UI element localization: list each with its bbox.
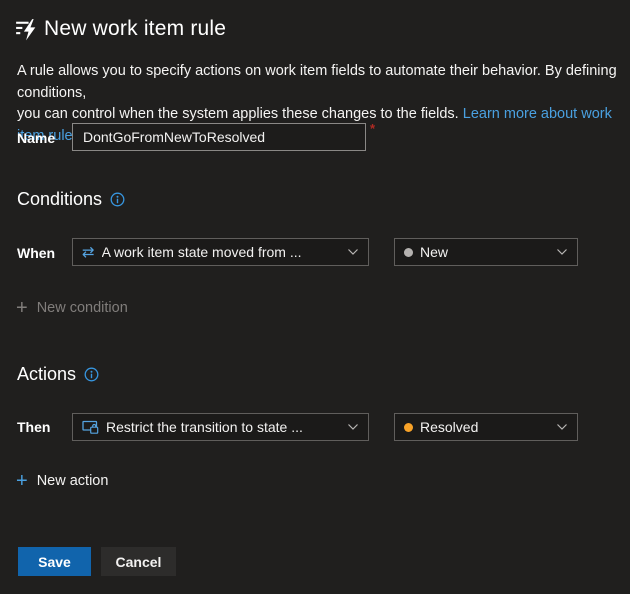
from-state-dropdown[interactable]: New: [394, 238, 578, 266]
conditions-section-heading: Conditions: [17, 189, 125, 210]
condition-type-value: A work item state moved from ...: [102, 244, 302, 260]
conditions-heading-label: Conditions: [17, 189, 102, 210]
cancel-button[interactable]: Cancel: [101, 547, 176, 576]
state-transition-icon: ⇄: [82, 245, 95, 260]
required-marker: *: [370, 121, 375, 136]
chevron-down-icon: [556, 423, 568, 431]
plus-icon: +: [16, 298, 28, 318]
work-item-rule-icon: [13, 16, 40, 43]
new-work-item-rule-dialog: New work item rule A rule allows you to …: [0, 0, 630, 594]
action-type-value: Restrict the transition to state ...: [106, 419, 303, 435]
chevron-down-icon: [556, 248, 568, 256]
resolved-state-dot-icon: [404, 423, 413, 432]
intro-line2: you can control when the system applies …: [17, 106, 459, 122]
condition-type-dropdown[interactable]: ⇄ A work item state moved from ...: [72, 238, 369, 266]
actions-section-heading: Actions: [17, 364, 99, 385]
restrict-transition-icon: [82, 419, 99, 435]
save-button[interactable]: Save: [18, 547, 91, 576]
new-condition-button: + New condition: [16, 298, 128, 318]
chevron-down-icon: [347, 423, 359, 431]
new-action-button[interactable]: + New action: [16, 471, 108, 491]
to-state-dropdown[interactable]: Resolved: [394, 413, 578, 441]
new-state-dot-icon: [404, 248, 413, 257]
name-field-label: Name: [17, 130, 55, 146]
action-type-dropdown[interactable]: Restrict the transition to state ...: [72, 413, 369, 441]
plus-icon: +: [16, 471, 28, 491]
new-condition-label: New condition: [37, 300, 128, 316]
actions-info-icon[interactable]: [84, 367, 99, 382]
conditions-info-icon[interactable]: [110, 192, 125, 207]
intro-line1: A rule allows you to specify actions on …: [17, 63, 617, 101]
chevron-down-icon: [347, 248, 359, 256]
when-row-label: When: [17, 245, 55, 261]
new-action-label: New action: [37, 473, 109, 489]
rule-name-input[interactable]: [72, 123, 366, 151]
to-state-value: Resolved: [420, 419, 478, 435]
actions-heading-label: Actions: [17, 364, 76, 385]
then-row-label: Then: [17, 419, 50, 435]
page-title: New work item rule: [44, 17, 226, 41]
from-state-value: New: [420, 244, 448, 260]
